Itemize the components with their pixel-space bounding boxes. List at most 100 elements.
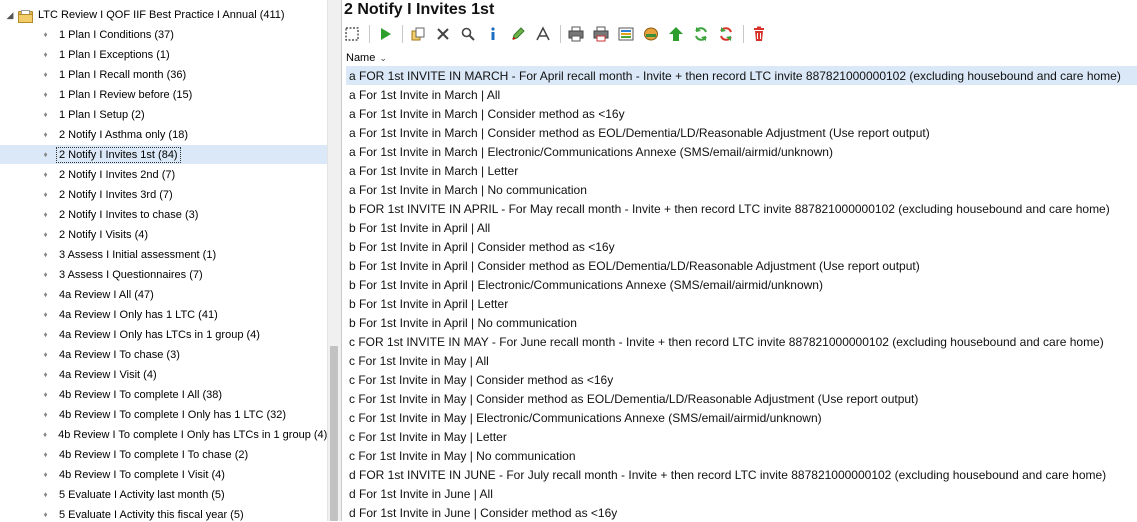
list-item[interactable]: b For 1st Invite in April | No communica… [346,313,1137,332]
tree-item[interactable]: ♦ 4a Review I To chase (3) [0,345,327,364]
tree-leaf-icon: ♦ [43,310,48,319]
tree-item-label: 3 Assess I Questionnaires (7) [59,268,203,281]
edit-icon[interactable] [508,24,528,44]
chevron-down-icon[interactable]: ◢ [5,10,15,20]
database-icon[interactable] [641,24,661,44]
refresh-icon[interactable] [691,24,711,44]
tree-leaf-icon: ♦ [43,190,48,199]
tree-item-label: 2 Notify I Invites 3rd (7) [59,188,173,201]
list-item[interactable]: d For 1st Invite in June | Consider meth… [346,503,1137,522]
tree-item[interactable]: ♦ 2 Notify I Invites 3rd (7) [0,185,327,204]
list-item[interactable]: d For 1st Invite in June | All [346,484,1137,503]
tree-item[interactable]: ♦ 4a Review I Only has 1 LTC (41) [0,305,327,324]
list-item[interactable]: a For 1st Invite in March | Consider met… [346,104,1137,123]
list-item[interactable]: b FOR 1st INVITE IN APRIL - For May reca… [346,199,1137,218]
tree-item[interactable]: ♦ 1 Plan I Conditions (37) [0,25,327,44]
tree-leaf-icon: ♦ [43,70,48,79]
list-item[interactable]: b For 1st Invite in April | All [346,218,1137,237]
list-item[interactable]: c For 1st Invite in May | All [346,351,1137,370]
tree-leaf-icon: ♦ [43,390,48,399]
list-item[interactable]: a For 1st Invite in March | Electronic/C… [346,142,1137,161]
tree-leaf-icon: ♦ [43,50,48,59]
list-item[interactable]: c For 1st Invite in May | Letter [346,427,1137,446]
print-color-icon[interactable] [591,24,611,44]
tree-leaf-icon: ♦ [43,490,48,499]
list-item[interactable]: c For 1st Invite in May | Consider metho… [346,370,1137,389]
delete-icon[interactable] [749,24,769,44]
tree-item-label: 4a Review I To chase (3) [59,348,180,361]
search-icon[interactable] [458,24,478,44]
column-header-label: Name [346,52,376,64]
sync-icon[interactable] [716,24,736,44]
list-item[interactable]: a For 1st Invite in March | All [346,85,1137,104]
tree-leaf-icon: ♦ [43,270,48,279]
tree-item-label: 1 Plan I Review before (15) [59,88,193,101]
tree-item[interactable]: ♦ 4b Review I To complete I To chase (2) [0,445,327,464]
tree-item[interactable]: ♦ 5 Evaluate I Activity this fiscal year … [0,505,327,521]
list-item[interactable]: c For 1st Invite in May | Consider metho… [346,389,1137,408]
tree-leaf-icon: ♦ [43,170,48,179]
tree-root-node[interactable]: ◢ LTC Review I QOF IIF Best Practice I A… [0,5,327,25]
tree-leaf-icon: ♦ [43,410,48,419]
tree-leaf-icon: ♦ [43,470,48,479]
list-item[interactable]: b For 1st Invite in April | Consider met… [346,256,1137,275]
tree-leaf-icon: ♦ [43,110,48,119]
list-item[interactable]: b For 1st Invite in April | Letter [346,294,1137,313]
list-item[interactable]: c For 1st Invite in May | Electronic/Com… [346,408,1137,427]
tree-item-label: 2 Notify I Asthma only (18) [59,128,188,141]
tree-item[interactable]: ♦ 2 Notify I Invites to chase (3) [0,205,327,224]
tree-item[interactable]: ♦ 1 Plan I Exceptions (1) [0,45,327,64]
up-arrow-icon[interactable] [666,24,686,44]
tree-item[interactable]: ♦ 4a Review I All (47) [0,285,327,304]
tree-item[interactable]: ♦ 1 Plan I Recall month (36) [0,65,327,84]
tree-item[interactable]: ♦ 1 Plan I Setup (2) [0,105,327,124]
tree-item[interactable]: ♦ 4b Review I To complete I Visit (4) [0,465,327,484]
list-item[interactable]: b For 1st Invite in April | Electronic/C… [346,275,1137,294]
tree-item[interactable]: ♦ 4a Review I Only has LTCs in 1 group (4… [0,325,327,344]
tree-root-label: LTC Review I QOF IIF Best Practice I Ann… [38,9,285,21]
copy-icon[interactable] [408,24,428,44]
list-item[interactable]: a For 1st Invite in March | Consider met… [346,123,1137,142]
tree-item[interactable]: ♦ 5 Evaluate I Activity last month (5) [0,485,327,504]
list-item[interactable]: b For 1st Invite in April | Consider met… [346,237,1137,256]
run-icon[interactable] [375,24,395,44]
print-icon[interactable] [566,24,586,44]
tree-item-label: 4b Review I To complete I To chase (2) [59,448,249,461]
tree-item-label: 5 Evaluate I Activity this fiscal year (… [59,508,244,521]
tree-scrollbar[interactable] [327,0,341,521]
tree-item[interactable]: ♦ 2 Notify I Visits (4) [0,225,327,244]
info-icon[interactable] [483,24,503,44]
tree-item[interactable]: ♦ 4b Review I To complete I Only has 1 LT… [0,405,327,424]
list-item[interactable]: a For 1st Invite in March | Letter [346,161,1137,180]
tree-item[interactable]: ♦ 4a Review I Visit (4) [0,365,327,384]
tree-item[interactable]: ♦ 3 Assess I Initial assessment (1) [0,245,327,264]
report-list: a FOR 1st INVITE IN MARCH - For April re… [346,66,1137,522]
tree-item[interactable]: ♦ 3 Assess I Questionnaires (7) [0,265,327,284]
list-item[interactable]: a FOR 1st INVITE IN MARCH - For April re… [346,66,1137,85]
export-icon[interactable] [616,24,636,44]
font-icon[interactable] [533,24,553,44]
tree-item[interactable]: ♦ 4b Review I To complete I Only has LTCs… [0,425,327,444]
toolbar-separator [560,25,561,43]
chevron-down-icon[interactable]: ⌄ [379,53,387,64]
list-item[interactable]: a For 1st Invite in March | No communica… [346,180,1137,199]
tree-item[interactable]: ♦ 2 Notify I Invites 1st (84) [0,145,327,164]
column-header-name[interactable]: Name ⌄ [346,50,1137,66]
tree-item-label: 1 Plan I Setup (2) [59,108,145,121]
tree-item-label: 4b Review I To complete I All (38) [59,388,223,401]
tree-leaf-icon: ♦ [43,30,48,39]
tree-item-label: 2 Notify I Invites 1st (84) [56,146,181,163]
close-icon[interactable] [433,24,453,44]
tree-item[interactable]: ♦ 2 Notify I Invites 2nd (7) [0,165,327,184]
tree-scrollbar-thumb[interactable] [330,346,338,521]
tree-item[interactable]: ♦ 4b Review I To complete I All (38) [0,385,327,404]
tree-item[interactable]: ♦ 1 Plan I Review before (15) [0,85,327,104]
toolbar [342,22,1137,46]
select-all-icon[interactable] [342,24,362,44]
list-item[interactable]: d FOR 1st INVITE IN JUNE - For July reca… [346,465,1137,484]
list-item[interactable]: c FOR 1st INVITE IN MAY - For June recal… [346,332,1137,351]
tree-item-label: 2 Notify I Visits (4) [59,228,149,241]
tree-leaf-icon: ♦ [43,450,48,459]
tree-item[interactable]: ♦ 2 Notify I Asthma only (18) [0,125,327,144]
list-item[interactable]: c For 1st Invite in May | No communicati… [346,446,1137,465]
